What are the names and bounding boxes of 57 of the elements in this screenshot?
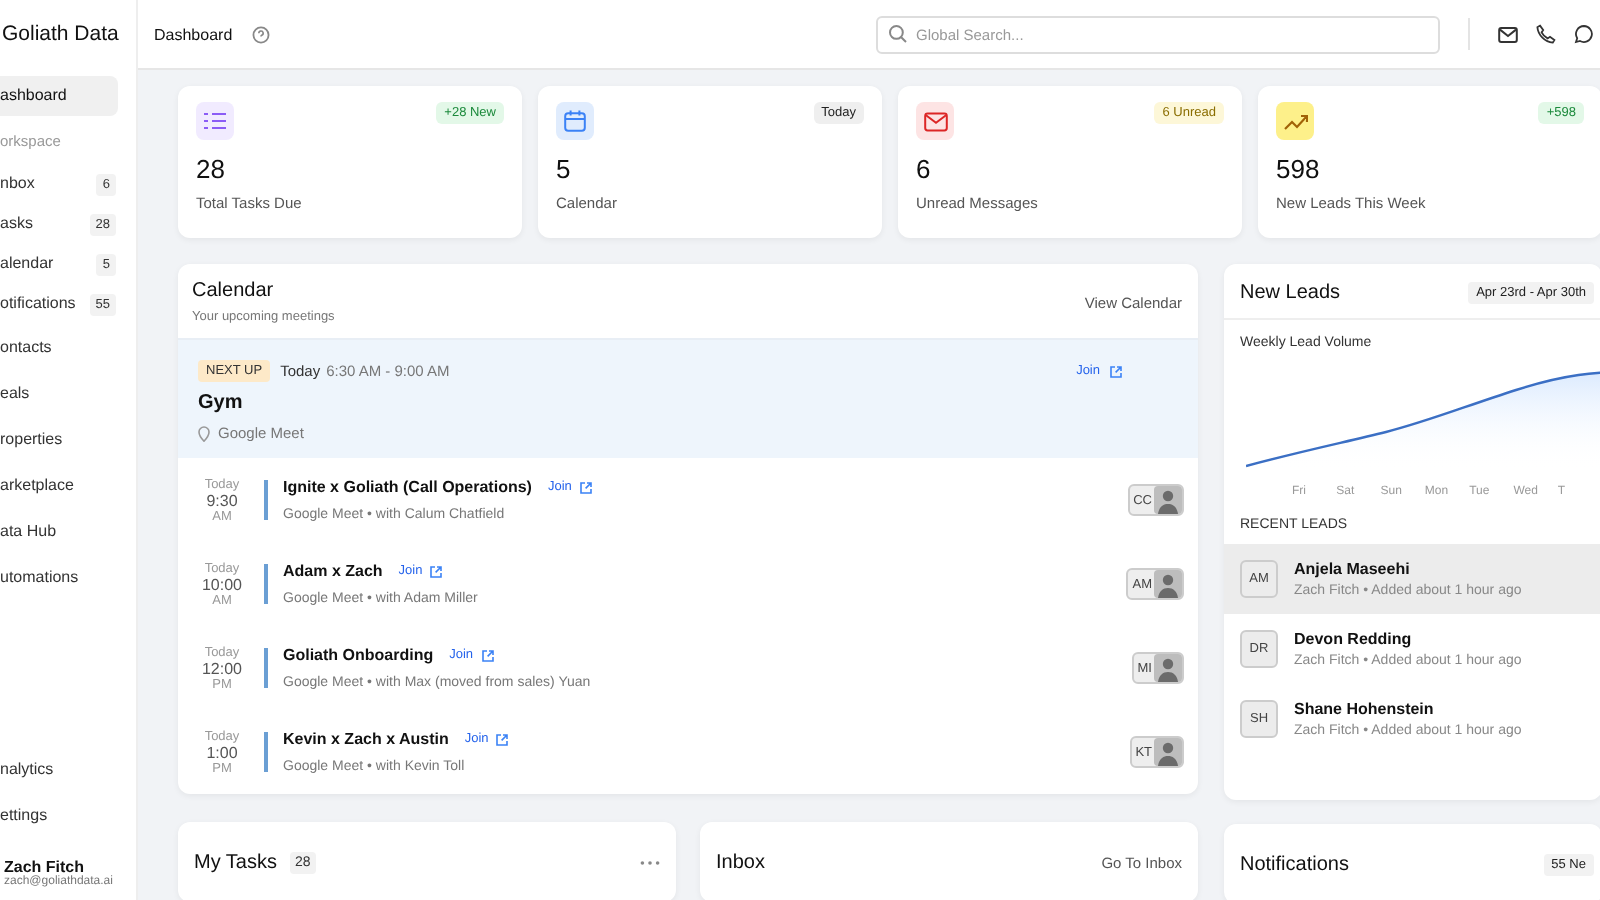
external-link-icon <box>579 481 592 493</box>
meeting-time: 10:00 <box>201 575 243 593</box>
page-title: Dashboard <box>154 25 233 43</box>
person-silhouette-icon <box>1154 654 1182 682</box>
envelope-icon <box>916 102 954 140</box>
card-title: Calendar <box>192 280 276 302</box>
calendar-icon <box>556 102 594 140</box>
more-icon[interactable] <box>640 859 660 865</box>
person-silhouette-icon <box>1154 738 1182 766</box>
stat-value: 598 <box>1276 154 1322 184</box>
meeting-title: Kevin x Zach x Austin <box>283 730 449 748</box>
sidebar-item[interactable]: utomations <box>0 557 116 597</box>
external-link-icon <box>430 565 443 577</box>
meeting-time: 9:30 <box>206 491 238 509</box>
sidebar-item[interactable]: ettings <box>0 792 136 838</box>
user-name: Zach Fitch <box>4 858 85 876</box>
card-title: My Tasks <box>194 851 277 873</box>
person-silhouette-icon <box>1154 486 1182 514</box>
external-link-icon <box>481 649 494 661</box>
sidebar-item[interactable]: ata Hub <box>0 511 116 551</box>
phone-icon[interactable] <box>1536 24 1556 44</box>
external-link-icon <box>1110 365 1122 377</box>
lead-name: Shane Hohenstein <box>1294 700 1436 718</box>
meeting-time: 12:00 <box>201 659 243 677</box>
mail-icon[interactable] <box>1498 25 1518 43</box>
sidebar-item[interactable]: eals <box>0 373 116 413</box>
meeting-time: 1:00 <box>206 743 238 761</box>
meeting-title: Adam x Zach <box>283 562 383 580</box>
lead-name: Anjela Maseehi <box>1294 560 1412 578</box>
sidebar-item[interactable]: asks <box>0 204 90 244</box>
location-pin-icon <box>198 425 210 441</box>
sidebar-item[interactable]: ontacts <box>0 327 116 367</box>
chat-icon[interactable] <box>1574 24 1594 44</box>
sidebar-item[interactable]: nalytics <box>0 746 136 792</box>
sidebar-item[interactable]: nbox <box>0 164 97 204</box>
trend-up-icon <box>1276 102 1314 140</box>
search-icon <box>888 24 908 44</box>
list-icon <box>196 102 234 140</box>
meeting-title: Goliath Onboarding <box>283 646 434 664</box>
sidebar-item[interactable]: alendar <box>0 244 97 284</box>
stat-value: 5 <box>556 154 573 184</box>
person-silhouette-icon <box>1154 570 1182 598</box>
help-icon[interactable] <box>252 25 271 43</box>
meeting-title: Ignite x Goliath (Call Operations) <box>283 478 532 496</box>
sidebar-item[interactable]: otifications <box>0 284 90 324</box>
card-title: Inbox <box>716 851 765 873</box>
card-title: Notifications <box>1240 853 1349 875</box>
brand-name: Goliath Data <box>2 22 119 46</box>
external-link-icon <box>496 733 509 745</box>
stat-value: 6 <box>916 154 933 184</box>
sidebar-item[interactable]: roperties <box>0 419 116 459</box>
lead-name: Devon Redding <box>1294 630 1414 648</box>
sidebar-item[interactable]: ashboard <box>0 75 118 115</box>
meeting-title: Gym <box>198 392 245 414</box>
stat-value: 28 <box>196 154 227 184</box>
sidebar-item[interactable]: arketplace <box>0 465 116 505</box>
card-title: New Leads <box>1240 282 1341 304</box>
